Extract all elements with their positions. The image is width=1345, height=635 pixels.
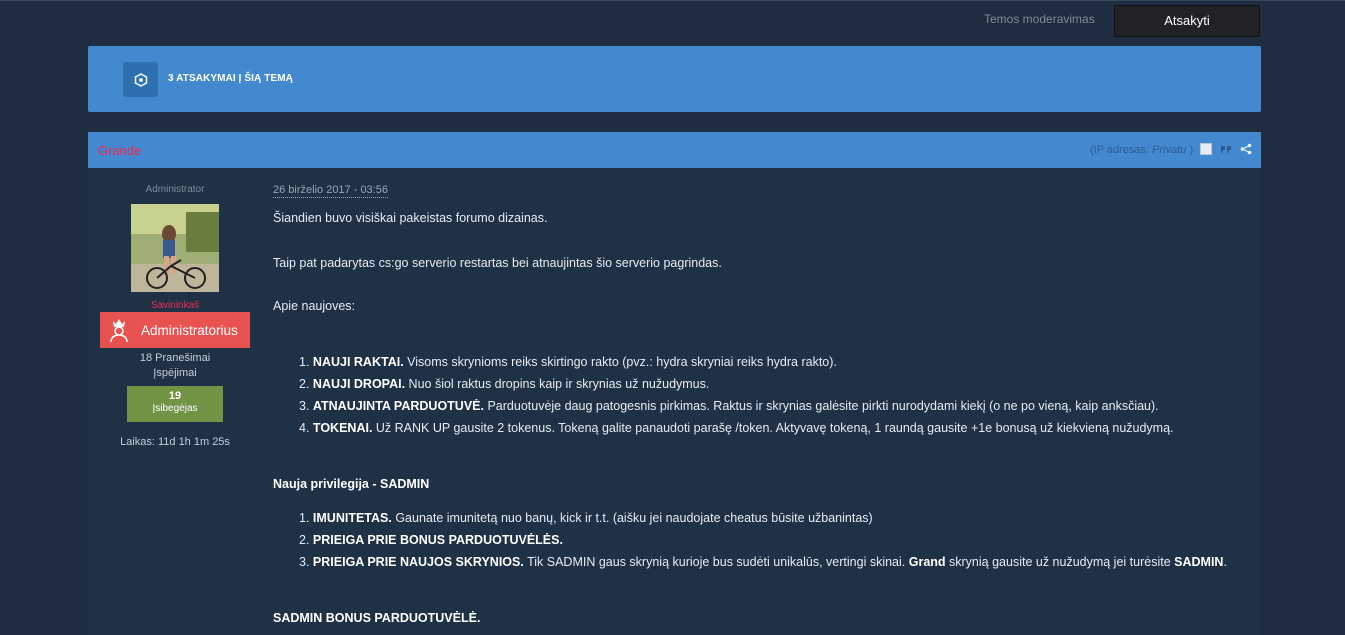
- reputation-label: Įsibegėjas: [152, 403, 198, 414]
- ip-value: Privatu: [1152, 144, 1187, 156]
- share-icon[interactable]: [1240, 143, 1252, 155]
- post-count: 18 Pranešimai: [139, 352, 211, 364]
- avatar[interactable]: [131, 204, 219, 292]
- admin-crown-icon: [104, 312, 134, 348]
- warnings-label[interactable]: Įspėjimai: [88, 367, 262, 379]
- list-item: 1. NAUJI RAKTAI. Visoms skrynioms reiks …: [299, 355, 837, 369]
- list-item: 1. IMUNITETAS. Gaunate imunitetą nuo ban…: [299, 511, 873, 525]
- hexagon-icon: [123, 62, 158, 97]
- reputation-value: 19: [168, 390, 182, 402]
- quote-icon[interactable]: [1220, 143, 1232, 155]
- select-post-checkbox[interactable]: [1200, 143, 1212, 155]
- replies-title: 3 ATSAKYMAI Į ŠIĄ TEMĄ: [168, 73, 293, 84]
- list-item: 2. PRIEIGA PRIE BONUS PARDUOTUVĖLĖS.: [299, 533, 563, 547]
- rank-badge: Administratorius: [100, 312, 250, 348]
- rank-label: Administratorius: [141, 322, 238, 338]
- replies-header: 3 ATSAKYMAI Į ŠIĄ TEMĄ: [88, 46, 1261, 112]
- list-item: 3. PRIEIGA PRIE NAUJOS SKRYNIOS. Tik SAD…: [299, 555, 1227, 569]
- list-item: 2. NAUJI DROPAI. Nuo šiol raktus dropins…: [299, 377, 710, 391]
- post-body: Administrator Savininkaš Administratoriu…: [88, 168, 1261, 635]
- ip-address: (IP adresas: Privatu ): [1090, 144, 1193, 156]
- ip-label: (IP adresas:: [1090, 144, 1150, 156]
- post-header: Grande (IP adresas: Privatu ): [88, 132, 1261, 168]
- list-item: 3. ATNAUJINTA PARDUOTUVĖ. Parduotuvėje d…: [299, 399, 1159, 413]
- paragraph: Taip pat padarytas cs:go serverio restar…: [273, 256, 722, 270]
- post-tools: [1200, 143, 1252, 155]
- reply-button[interactable]: Atsakyti: [1114, 5, 1260, 37]
- section-heading: Nauja privilegija - SADMIN: [273, 477, 430, 491]
- local-time: Laikas: 11d 1h 1m 25s: [120, 436, 230, 448]
- ip-close: ): [1189, 144, 1194, 156]
- list-item: 4. TOKENAI. Už RANK UP gausite 2 tokenus…: [299, 421, 1174, 435]
- section-heading: SADMIN BONUS PARDUOTUVĖLĖ.: [273, 611, 481, 625]
- author-nick: Savininkaš: [150, 300, 200, 311]
- top-divider: [0, 0, 1345, 1]
- topic-moderation-link[interactable]: Temos moderavimas: [984, 12, 1095, 26]
- paragraph: Apie naujoves:: [273, 299, 356, 313]
- author-name-link[interactable]: Grande: [98, 143, 141, 158]
- reputation-box: 19 Įsibegėjas: [127, 386, 223, 422]
- paragraph: Šiandien buvo visiškai pakeistas forumo …: [273, 211, 548, 225]
- post-date-link[interactable]: 26 birželio 2017 - 03:56: [273, 184, 388, 198]
- author-group-title: Administrator: [145, 184, 205, 195]
